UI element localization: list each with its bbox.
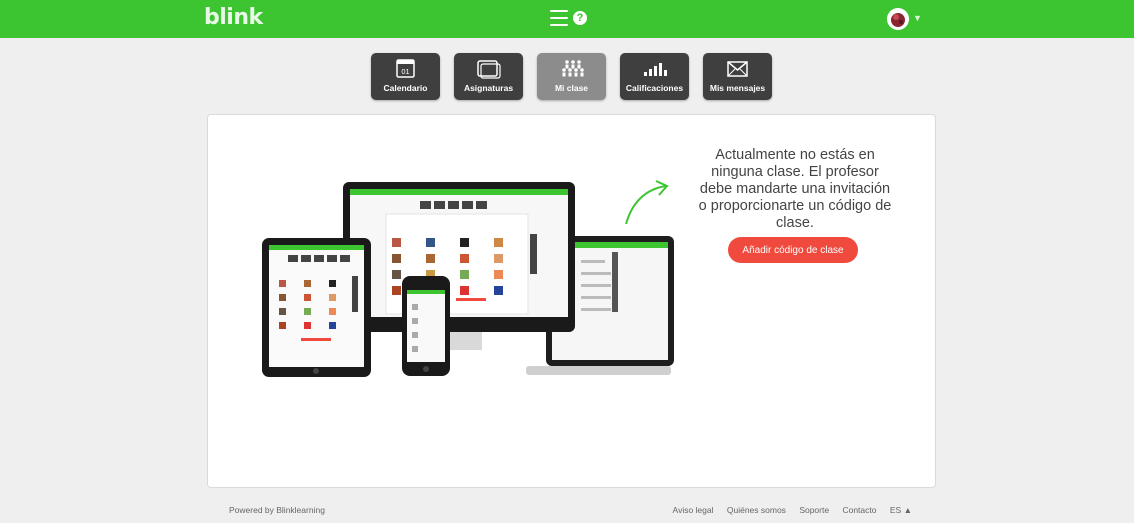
footer-links: Aviso legal Quiénes somos Soporte Contac… [662, 505, 912, 515]
footer-link-soporte[interactable]: Soporte [799, 505, 829, 515]
add-class-code-button[interactable]: Añadir código de clase [728, 237, 858, 263]
blink-logo[interactable]: blink [204, 5, 263, 30]
nav-mi-clase[interactable]: Mi clase [537, 53, 606, 100]
arrow-icon [622, 180, 672, 233]
no-class-message: Actualmente no estás en ninguna clase. E… [698, 147, 892, 231]
nav-calificaciones[interactable]: Calificaciones [620, 53, 689, 100]
nav-label: Asignaturas [463, 83, 514, 93]
envelope-icon [703, 58, 772, 80]
class-icon [537, 58, 606, 80]
footer-link-contacto[interactable]: Contacto [842, 505, 876, 515]
powered-by[interactable]: Powered by Blinklearning [229, 505, 325, 515]
nav-label: Mi clase [554, 83, 589, 93]
calendar-icon: 01 [371, 58, 440, 80]
user-avatar[interactable] [887, 8, 909, 30]
nav-mis-mensajes[interactable]: Mis mensajes [703, 53, 772, 100]
nav-asignaturas[interactable]: Asignaturas [454, 53, 523, 100]
nav-label: Calificaciones [625, 83, 684, 93]
top-bar: blink ? ▼ [0, 0, 1134, 38]
footer-link-quienes-somos[interactable]: Quiénes somos [727, 505, 786, 515]
nav-label: Mis mensajes [709, 83, 766, 93]
devices-illustration [246, 180, 676, 415]
footer-link-aviso-legal[interactable]: Aviso legal [673, 505, 714, 515]
nav-label: Calendario [383, 83, 428, 93]
user-menu-caret-icon[interactable]: ▼ [913, 13, 922, 23]
language-selector[interactable]: ES ▲ [890, 505, 912, 515]
nav-calendario[interactable]: 01 Calendario [371, 53, 440, 100]
help-icon[interactable]: ? [573, 11, 587, 25]
subjects-icon [454, 58, 523, 80]
grades-icon [620, 58, 689, 80]
svg-text:01: 01 [401, 67, 409, 76]
hamburger-menu-icon[interactable] [550, 10, 568, 26]
